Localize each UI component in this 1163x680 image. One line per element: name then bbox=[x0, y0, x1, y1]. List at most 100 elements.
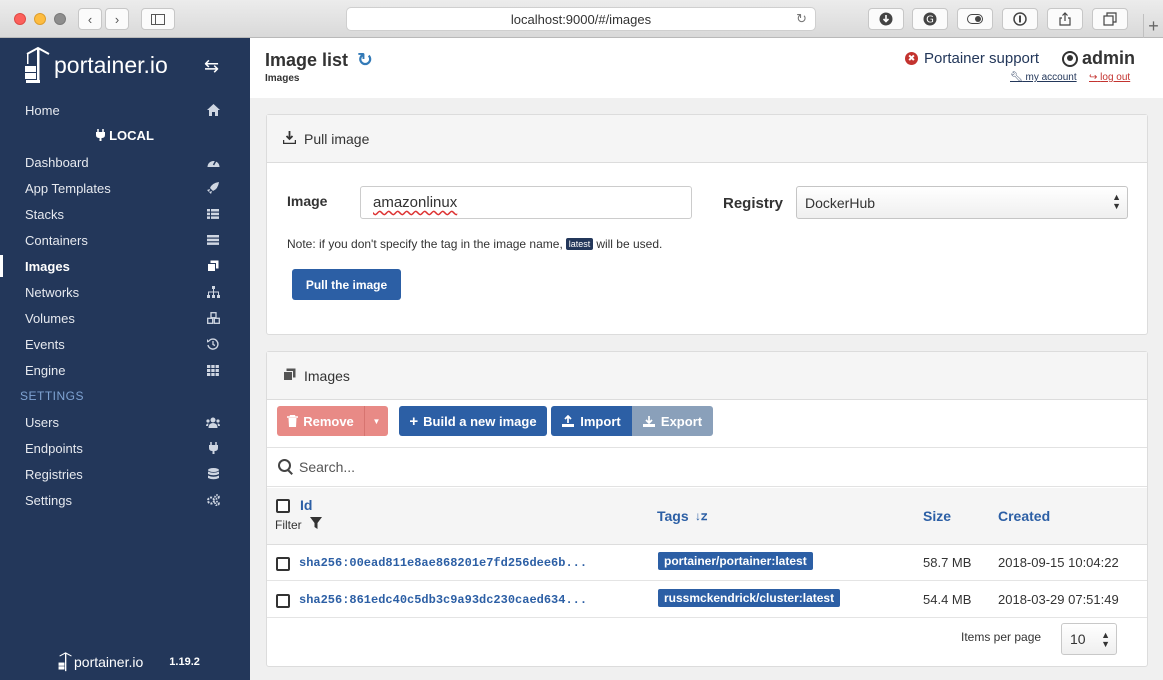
new-tab-button[interactable]: + bbox=[1143, 14, 1163, 38]
toggle-icon bbox=[967, 14, 983, 24]
sidebar-item-engine[interactable]: Engine bbox=[0, 357, 250, 383]
filter-icon[interactable] bbox=[310, 517, 322, 535]
remove-button[interactable]: Remove bbox=[277, 406, 364, 436]
latest-tag-label: latest bbox=[565, 238, 594, 250]
chevron-left-icon: ‹ bbox=[87, 11, 93, 27]
search-input[interactable]: Search... bbox=[299, 459, 355, 475]
my-account-link[interactable]: 🔧︎ my account bbox=[1010, 72, 1077, 83]
sidebar-item-volumes[interactable]: Volumes bbox=[0, 305, 250, 331]
password-icon bbox=[1013, 12, 1027, 26]
search-bar[interactable]: Search... bbox=[267, 447, 1147, 487]
sidebar-item-dashboard[interactable]: Dashboard bbox=[0, 149, 250, 175]
sort-alpha-icon[interactable]: ↓𝗓 bbox=[695, 509, 707, 523]
home-icon bbox=[206, 103, 220, 117]
table-header: Id Filter Tags ↓𝗓 Size Created bbox=[267, 488, 1147, 545]
forward-button[interactable]: › bbox=[105, 8, 129, 30]
sidebar-item-label: Containers bbox=[25, 232, 88, 248]
select-all-checkbox[interactable] bbox=[276, 499, 290, 513]
th-icon bbox=[206, 363, 220, 377]
remove-options-dropdown[interactable]: ▼ bbox=[364, 406, 388, 436]
sidebar-item-containers[interactable]: Containers bbox=[0, 227, 250, 253]
portainer-crane-icon bbox=[25, 46, 50, 83]
sitemap-icon bbox=[206, 285, 220, 299]
portainer-support-link[interactable]: ✖ Portainer support bbox=[905, 50, 1039, 67]
toggle-extension-button[interactable] bbox=[957, 8, 993, 30]
user-circle-icon bbox=[1062, 50, 1078, 67]
zoom-window-button[interactable] bbox=[54, 13, 66, 25]
rocket-icon bbox=[206, 181, 220, 195]
support-label: Portainer support bbox=[924, 50, 1040, 67]
panel-title: Images bbox=[304, 367, 350, 384]
refresh-icon[interactable]: ↻ bbox=[357, 49, 373, 72]
image-name-value: amazonlinux bbox=[373, 194, 458, 211]
panel-header: Images bbox=[267, 352, 1147, 400]
column-created[interactable]: Created bbox=[998, 508, 1050, 524]
sidebar-item-label: Home bbox=[25, 102, 60, 118]
table-row: sha256:861edc40c5db3c9a93dc230caed634...… bbox=[267, 582, 1147, 618]
close-window-button[interactable] bbox=[14, 13, 26, 25]
cubes-icon bbox=[206, 311, 220, 325]
export-button[interactable]: Export bbox=[632, 406, 713, 436]
trash-icon bbox=[287, 415, 299, 427]
downloads-button[interactable] bbox=[868, 8, 904, 30]
history-icon bbox=[206, 337, 220, 351]
sidebar-item-home[interactable]: Home bbox=[0, 97, 250, 123]
reload-icon[interactable]: ↻ bbox=[796, 11, 807, 27]
chevron-right-icon: › bbox=[114, 11, 120, 27]
column-tags[interactable]: Tags bbox=[657, 508, 689, 524]
sidebar-item-stacks[interactable]: Stacks bbox=[0, 201, 250, 227]
sidebar-icon bbox=[151, 13, 165, 25]
settings-section-header: SETTINGS bbox=[20, 389, 85, 403]
image-id-link[interactable]: sha256:00ead811e8ae868201e7fd256dee6b... bbox=[299, 556, 587, 570]
endpoint-name: LOCAL bbox=[0, 128, 250, 143]
sidebar-item-label: Networks bbox=[25, 284, 80, 300]
row-checkbox[interactable] bbox=[276, 594, 290, 608]
back-button[interactable]: ‹ bbox=[78, 8, 102, 30]
filter-label: Filter bbox=[275, 518, 302, 532]
page-header: Image list ↻ Images ✖ Portainer support … bbox=[250, 38, 1163, 98]
password-manager-button[interactable] bbox=[1002, 8, 1038, 30]
sidebar-item-networks[interactable]: Networks bbox=[0, 279, 250, 305]
images-panel: Images Remove ▼ + Build a new image Impo… bbox=[266, 351, 1148, 667]
import-button[interactable]: Import bbox=[551, 406, 632, 436]
sidebar-item-registries[interactable]: Registries bbox=[0, 461, 250, 487]
clone-icon bbox=[283, 368, 296, 384]
pull-image-button[interactable]: Pull the image bbox=[292, 269, 401, 300]
build-image-button[interactable]: + Build a new image bbox=[399, 406, 547, 436]
sidebar-item-endpoints[interactable]: Endpoints bbox=[0, 435, 250, 461]
portainer-logo[interactable]: portainer.io bbox=[24, 46, 168, 84]
sidebar-item-users[interactable]: Users bbox=[0, 409, 250, 435]
address-bar[interactable]: localhost:9000/#/images ↻ bbox=[346, 7, 816, 31]
sidebar-item-events[interactable]: Events bbox=[0, 331, 250, 357]
log-out-link[interactable]: ↪ log out bbox=[1089, 72, 1130, 83]
share-button[interactable] bbox=[1047, 8, 1083, 30]
image-created: 2018-09-15 10:04:22 bbox=[998, 555, 1119, 570]
tabs-overview-button[interactable] bbox=[1092, 8, 1128, 30]
plus-icon: + bbox=[409, 412, 419, 430]
select-arrows-icon: ▲ ▼ bbox=[1112, 192, 1121, 211]
extension-button[interactable]: G bbox=[912, 8, 948, 30]
column-size[interactable]: Size bbox=[923, 508, 951, 524]
sidebar-item-settings[interactable]: Settings bbox=[0, 487, 250, 513]
select-arrows-icon: ▲ ▼ bbox=[1101, 630, 1110, 649]
sidebar-item-app-templates[interactable]: App Templates bbox=[0, 175, 250, 201]
main-content: Image list ↻ Images ✖ Portainer support … bbox=[250, 38, 1163, 680]
browser-toolbar: ‹ › localhost:9000/#/images ↻ G + bbox=[0, 0, 1163, 38]
toggle-sidebar-icon[interactable]: ⇆ bbox=[204, 56, 219, 77]
items-per-page-select[interactable]: 10 ▲ ▼ bbox=[1061, 623, 1117, 655]
sidebar-item-images[interactable]: Images bbox=[0, 253, 250, 279]
image-tag-badge: portainer/portainer:latest bbox=[658, 552, 813, 570]
image-tag-badge: russmckendrick/cluster:latest bbox=[658, 589, 841, 607]
plug-icon bbox=[206, 441, 220, 455]
image-id-link[interactable]: sha256:861edc40c5db3c9a93dc230caed634... bbox=[299, 593, 587, 607]
minimize-window-button[interactable] bbox=[34, 13, 46, 25]
download-icon bbox=[879, 12, 893, 26]
registry-value: DockerHub bbox=[805, 194, 876, 211]
user-menu: admin bbox=[1062, 48, 1135, 69]
sidebar-toggle-button[interactable] bbox=[141, 8, 175, 30]
row-checkbox[interactable] bbox=[276, 557, 290, 571]
portainer-crane-icon bbox=[58, 652, 72, 672]
column-id[interactable]: Id bbox=[300, 497, 312, 513]
registry-select[interactable]: DockerHub ▲ ▼ bbox=[796, 186, 1128, 219]
image-name-input[interactable]: amazonlinux bbox=[360, 186, 692, 219]
